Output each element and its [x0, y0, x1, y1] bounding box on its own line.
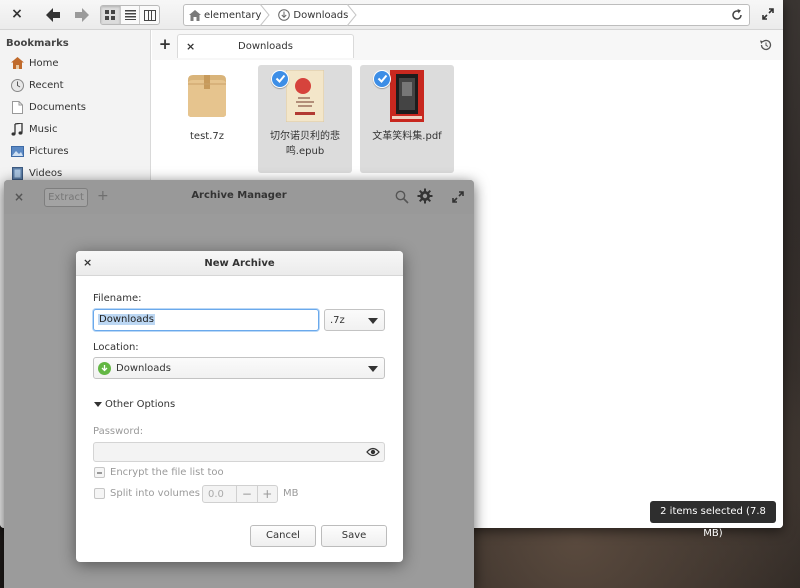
sidebar-item-music[interactable]: Music [10, 120, 57, 138]
download-icon [278, 9, 291, 21]
expander-arrow-icon [94, 402, 102, 407]
password-field[interactable] [93, 442, 385, 462]
new-tab-button[interactable]: + [158, 36, 172, 52]
save-button[interactable]: Save [321, 525, 387, 547]
file-name: test.7z [190, 131, 224, 142]
epub-thumbnail [286, 70, 324, 122]
history-icon[interactable] [759, 38, 773, 52]
view-switcher [100, 5, 160, 25]
list-view-icon[interactable] [121, 6, 141, 24]
search-icon[interactable] [395, 190, 409, 204]
gear-icon[interactable] [417, 188, 433, 204]
forward-arrow-icon[interactable] [73, 6, 91, 24]
eye-icon[interactable] [366, 446, 380, 458]
decrement-button[interactable]: − [236, 486, 256, 502]
selected-check-icon[interactable] [373, 70, 391, 88]
tab-label: Downloads [238, 41, 293, 52]
location-pathbar[interactable]: elementary Downloads [183, 4, 750, 26]
tab-downloads[interactable]: × Downloads [177, 34, 354, 58]
dialog-title: New Archive [204, 258, 275, 269]
location-value: Downloads [116, 362, 171, 374]
sidebar-item-label: Music [29, 123, 58, 135]
location-label: Location: [93, 342, 139, 353]
sidebar-item-label: Recent [29, 79, 64, 91]
location-select[interactable]: Downloads [93, 357, 385, 379]
selection-status: 2 items selected (7.8 MB) [650, 501, 776, 539]
expander-label: Other Options [105, 399, 176, 410]
breadcrumb-label: Downloads [293, 9, 349, 21]
home-icon [10, 56, 24, 70]
chevron-down-icon [368, 318, 378, 324]
download-folder-icon [98, 361, 111, 375]
new-archive-dialog: × New Archive Filename: Downloads .7z Lo… [76, 251, 403, 562]
grid-view-icon[interactable] [101, 6, 121, 24]
videos-icon [10, 166, 24, 180]
maximize-icon[interactable] [762, 8, 774, 20]
encrypt-label: Encrypt the file list too [110, 467, 224, 478]
recent-icon [10, 78, 24, 92]
breadcrumb-downloads[interactable]: Downloads [273, 4, 357, 26]
sidebar-item-label: Documents [29, 101, 87, 113]
maximize-icon[interactable] [452, 191, 464, 203]
sidebar-item-documents[interactable]: Documents [10, 98, 86, 116]
increment-button[interactable]: + [256, 486, 277, 502]
sidebar-item-label: Videos [29, 167, 63, 179]
music-icon [10, 122, 24, 136]
filename-label: Filename: [93, 293, 142, 304]
other-options-expander[interactable]: Other Options [94, 399, 175, 410]
encrypt-checkbox[interactable] [94, 467, 105, 478]
volume-size-value[interactable]: 0.0 [203, 486, 236, 502]
sidebar-heading: Bookmarks [6, 38, 69, 49]
selected-check-icon[interactable] [271, 70, 289, 88]
files-headerbar: × elementary Downloads [0, 0, 783, 30]
column-view-icon[interactable] [140, 6, 159, 24]
reload-icon[interactable] [730, 8, 744, 22]
breadcrumb-home[interactable]: elementary [184, 4, 271, 26]
close-icon[interactable]: × [10, 7, 24, 21]
archive-headerbar: × Extract + Archive Manager [4, 180, 474, 214]
extension-select[interactable]: .7z [324, 309, 385, 331]
sidebar-item-label: Home [29, 57, 59, 69]
split-label: Split into volumes of [110, 488, 213, 499]
tab-bar: + × Downloads [152, 30, 783, 60]
chevron-down-icon [368, 366, 378, 372]
back-arrow-icon[interactable] [44, 6, 62, 24]
cancel-button[interactable]: Cancel [250, 525, 316, 547]
sidebar-item-recent[interactable]: Recent [10, 76, 64, 94]
breadcrumb-label: elementary [204, 9, 262, 21]
file-name: 文革笑料集.pdf [372, 131, 442, 142]
file-name: 切尔诺贝利的悲鸣.epub [270, 131, 340, 157]
breadcrumb-separator [260, 4, 271, 26]
sidebar-item-pictures[interactable]: Pictures [10, 142, 69, 160]
documents-icon [10, 100, 24, 114]
sidebar-item-label: Pictures [29, 145, 69, 157]
filename-value: Downloads [98, 314, 155, 325]
breadcrumb-separator [346, 4, 357, 26]
extension-value: .7z [330, 315, 345, 326]
sidebar-item-home[interactable]: Home [10, 54, 59, 72]
split-checkbox[interactable] [94, 488, 105, 499]
volume-size-stepper: 0.0 − + [202, 485, 278, 503]
file-item[interactable]: 文革笑料集.pdf [360, 65, 454, 173]
home-icon [189, 9, 201, 21]
file-item[interactable]: 切尔诺贝利的悲鸣.epub [258, 65, 352, 173]
pictures-icon [10, 144, 24, 158]
file-item[interactable]: test.7z [160, 65, 254, 173]
pdf-thumbnail [390, 70, 424, 122]
dialog-headerbar: × New Archive [76, 251, 403, 276]
filename-field[interactable]: Downloads [93, 309, 319, 331]
password-label: Password: [93, 426, 144, 437]
archive-icon [188, 75, 226, 117]
indeterminate-mark [97, 472, 102, 474]
volume-unit: MB [283, 488, 299, 499]
